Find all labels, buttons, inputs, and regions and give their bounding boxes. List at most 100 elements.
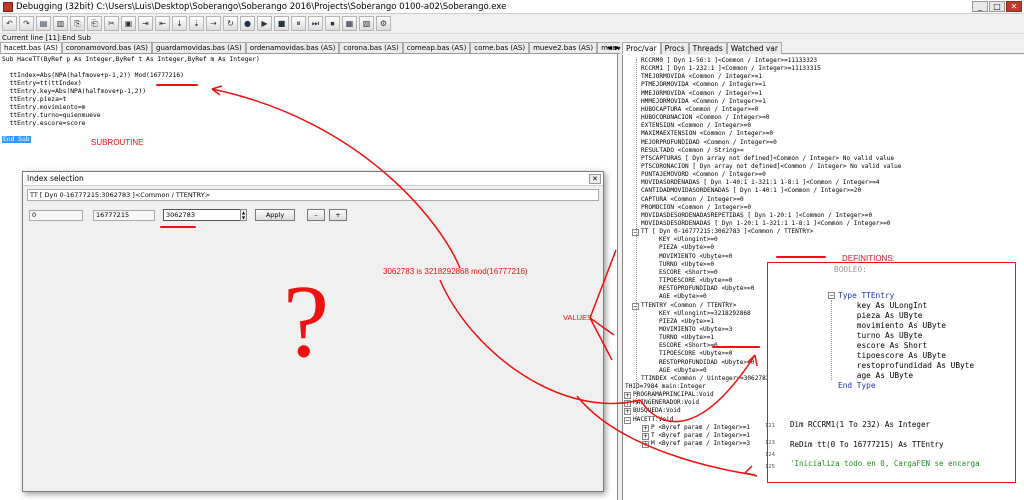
tab-source-file[interactable]: coronamovord.bas (AS) <box>61 42 153 53</box>
tab-source-file[interactable]: guardamovidas.bas (AS) <box>152 42 246 53</box>
proc-row[interactable]: BUSQUEDA:Void <box>633 407 681 414</box>
ttentry-field-row[interactable]: ESCORE <Short>=0 <box>659 342 718 349</box>
variable-row[interactable]: CAPTURA <Common / Integer>=0 <box>641 196 744 203</box>
tab-scroll-arrows[interactable]: ◄ ► <box>606 43 621 52</box>
toolbar-button-icon[interactable]: ▤ <box>36 16 51 31</box>
tab-source-file[interactable]: comeap.bas (AS) <box>402 42 471 53</box>
decrement-button[interactable]: – <box>307 209 325 221</box>
minimize-button[interactable]: _ <box>972 1 988 12</box>
tab-source-file[interactable]: ordenamovidas.bas (AS) <box>245 42 340 53</box>
proc-row[interactable]: PROGRAMAPRINCIPAL:Void <box>633 391 714 398</box>
ttentry-field-row[interactable]: TURNO <Ubyte>=1 <box>659 334 714 341</box>
close-button[interactable]: ✕ <box>1006 1 1022 12</box>
tab-source-file[interactable]: come.bas (AS) <box>470 42 530 53</box>
dialog-close-button[interactable]: ✕ <box>589 174 601 184</box>
increment-button[interactable]: + <box>329 209 347 221</box>
proc-row[interactable]: MAINGENERADOR:Void <box>633 399 699 406</box>
tt-field-row[interactable]: MOVIMIENTO <Ubyte>=0 <box>659 253 732 260</box>
tt-field-row[interactable]: PIEZA <Ubyte>=0 <box>659 244 714 251</box>
toolbar-button-icon[interactable]: ⏹ <box>325 16 340 31</box>
toolbar-button-icon[interactable]: ▧ <box>359 16 374 31</box>
tab-source-file[interactable]: hacett.bas (AS) <box>0 42 62 53</box>
variable-row[interactable]: MOVIDASDESORDENADAS [ Dyn 1-20:1 1-321:1… <box>641 220 890 227</box>
tt-field-row[interactable]: KEY <Ulongint>=0 <box>659 236 718 243</box>
tt-field-row[interactable]: TURNO <Ubyte>=0 <box>659 261 714 268</box>
proc-row[interactable]: HACETT:Void <box>633 416 673 423</box>
variable-row[interactable]: RESULTADO <Common / String>= <box>641 147 744 154</box>
toolbar-button-icon[interactable]: ✂ <box>104 16 119 31</box>
variable-row[interactable]: MEJORPROFUNDIDAD <Common / Integer>=0 <box>641 139 777 146</box>
index-spinner[interactable]: ▲ ▼ <box>240 209 247 221</box>
tt-field-row[interactable]: AGE <Ubyte>=0 <box>659 293 707 300</box>
toolbar-button-icon[interactable]: ⇢ <box>206 16 221 31</box>
tt-field-row[interactable]: RESTOPROFUNDIDAD <Ubyte>=0 <box>659 285 754 292</box>
variable-row[interactable]: HUBOCORONACION <Common / Integer>=0 <box>641 114 769 121</box>
variable-row[interactable]: HUBOCAPTURA <Common / Integer>=0 <box>641 106 758 113</box>
tab-panel[interactable]: Threads <box>688 42 727 54</box>
tab-panel[interactable]: Watched var <box>726 42 782 54</box>
variable-row[interactable]: CANTIDADMOVIDASORDENADAS [ Dyn 1-40:1 ]<… <box>641 187 861 194</box>
variable-row[interactable]: PUNTAJEMOVORD <Common / Integer>=0 <box>641 171 766 178</box>
toolbar-button-icon[interactable]: ⇣ <box>189 16 204 31</box>
index-input[interactable]: 3062783 <box>163 209 241 221</box>
thread-row[interactable]: THID=7984 main:Integer <box>625 383 706 390</box>
tt-field-row[interactable]: ESCORE <Short>=0 <box>659 269 718 276</box>
ttentry-field-row[interactable]: MOVIMIENTO <Ubyte>=3 <box>659 326 732 333</box>
toolbar-button-icon[interactable]: ↻ <box>223 16 238 31</box>
tt-array-row[interactable]: TT [ Dyn 0-16777215:3062783 ]<Common / T… <box>641 228 813 235</box>
tree-expand-toggle[interactable]: + <box>624 392 631 400</box>
param-row[interactable]: T <Byref param / Integer>=1 <box>651 432 750 439</box>
variable-row[interactable]: EXTENSION <Common / Integer>=0 <box>641 122 751 129</box>
variable-row[interactable]: RCCRM0 [ Dyn 1-56:1 ]<Common / Integer>=… <box>641 57 817 64</box>
toolbar-button-icon[interactable]: ⎘ <box>70 16 85 31</box>
collapse-toggle[interactable]: − <box>828 292 835 299</box>
ttentry-field-row[interactable]: KEY <Ulongint>=3218292868 <box>659 310 751 317</box>
param-row[interactable]: P <Byref param / Integer>=1 <box>651 424 750 431</box>
variable-row[interactable]: PTSCAPTURAS [ Dyn array not defined]<Com… <box>641 155 894 162</box>
tree-expand-toggle[interactable]: − <box>624 416 631 424</box>
toolbar-button-icon[interactable]: ▥ <box>53 16 68 31</box>
variable-row[interactable]: TMEJORMOVIDA <Common / Integer>=1 <box>641 73 762 80</box>
variable-row[interactable]: MAXIMAEXTENSION <Common / Integer>=0 <box>641 130 773 137</box>
toolbar-button-icon[interactable]: ↓ <box>172 16 187 31</box>
maximize-button[interactable]: □ <box>989 1 1005 12</box>
variable-row[interactable]: HMMEJORMOVIDA <Common / Integer>=1 <box>641 98 766 105</box>
tab-panel[interactable]: Proc/var <box>622 42 661 54</box>
tree-expand-toggle[interactable]: + <box>624 408 631 416</box>
variable-row[interactable]: MMEJORMOVIDA <Common / Integer>=1 <box>641 90 762 97</box>
toolbar-button-icon[interactable]: ■ <box>274 16 289 31</box>
toolbar-button-icon[interactable]: ⇤ <box>155 16 170 31</box>
variable-row[interactable]: PTSCORONACION [ Dyn array not defined]<C… <box>641 163 901 170</box>
toolbar-button-icon[interactable]: ⏭ <box>308 16 323 31</box>
toolbar-button-icon[interactable]: ⏸ <box>291 16 306 31</box>
tree-expand-toggle[interactable]: + <box>624 400 631 408</box>
ttentry-field-row[interactable]: PIEZA <Ubyte>=1 <box>659 318 714 325</box>
toolbar-button-icon[interactable]: ↶ <box>2 16 17 31</box>
tab-source-file[interactable]: corona.bas (AS) <box>339 42 403 53</box>
toolbar-button-icon[interactable]: ⚙ <box>376 16 391 31</box>
toolbar-button-icon[interactable]: ▶ <box>257 16 272 31</box>
tab-panel[interactable]: Procs <box>660 42 689 54</box>
tree-expand-toggle[interactable]: + <box>642 441 649 449</box>
variable-row[interactable]: MOVIDASDESORDENADASREPETIDAS [ Dyn 1-20:… <box>641 212 872 219</box>
ttentry-row[interactable]: TTENTRY <Common / TTENTRY> <box>641 302 736 309</box>
toolbar-button-icon[interactable]: ● <box>240 16 255 31</box>
ttentry-field-row[interactable]: TIPOESCORE <Ubyte>=0 <box>659 350 732 357</box>
ttentry-field-row[interactable]: AGE <Ubyte>=0 <box>659 367 707 374</box>
toolbar-button-icon[interactable]: ▦ <box>342 16 357 31</box>
tree-expand-toggle[interactable]: + <box>622 384 623 391</box>
param-row[interactable]: M <Byref param / Integer>=3 <box>651 440 750 447</box>
toolbar-button-icon[interactable]: ↷ <box>19 16 34 31</box>
variable-row[interactable]: PTMEJORMOVIDA <Common / Integer>=1 <box>641 81 766 88</box>
toolbar-button-icon[interactable]: ▣ <box>121 16 136 31</box>
ttentry-field-row[interactable]: RESTOPROFUNDIDAD <Ubyte>=0 <box>659 359 754 366</box>
tt-field-row[interactable]: TIPOESCORE <Ubyte>=0 <box>659 277 732 284</box>
tree-expand-toggle[interactable]: + <box>642 432 649 440</box>
variable-row[interactable]: PROMOCION <Common / Integer>=0 <box>641 204 751 211</box>
apply-button[interactable]: Apply <box>255 209 295 221</box>
variable-row[interactable]: RCCRM1 [ Dyn 1-232:1 ]<Common / Integer>… <box>641 65 821 72</box>
tab-source-file[interactable]: mueve2.bas (AS) <box>529 42 598 53</box>
variable-row[interactable]: MOVIDASORDENADAS [ Dyn 1-40:1 1-321:1 1-… <box>641 179 879 186</box>
toolbar-button-icon[interactable]: ⎗ <box>87 16 102 31</box>
ttindex-row[interactable]: TTINDEX <Common / Uinteger>=3062783 <box>641 375 769 382</box>
